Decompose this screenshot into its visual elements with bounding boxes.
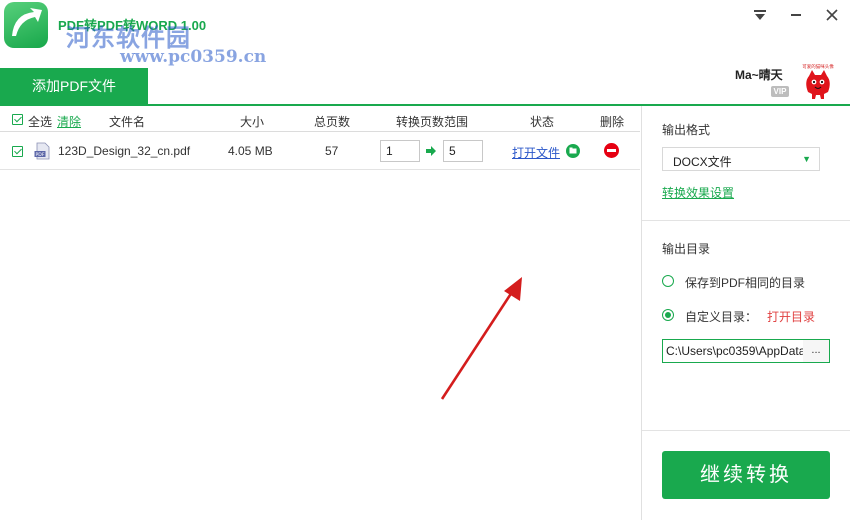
header-delete: 删除 [600, 115, 625, 129]
conversion-effect-settings-link[interactable]: 转换效果设置 [662, 184, 734, 201]
vip-badge: VIP [771, 86, 789, 97]
svg-text:可爱的猫咪头像: 可爱的猫咪头像 [802, 63, 834, 70]
table-row[interactable]: PDF 123D_Design_32_cn.pdf 4.05 MB 57 1 5… [0, 133, 640, 170]
range-to-input[interactable]: 5 [443, 140, 483, 162]
add-pdf-button[interactable]: 添加PDF文件 [0, 68, 148, 105]
output-path-field[interactable]: C:\Users\pc0359\AppData\Local\Temp [662, 339, 804, 363]
arrow-right-icon [426, 146, 436, 156]
file-name: 123D_Design_32_cn.pdf [58, 144, 191, 158]
output-dir-title: 输出目录 [662, 242, 711, 256]
radio-same-as-pdf-label[interactable]: 保存到PDF相同的目录 [685, 274, 805, 291]
clear-link[interactable]: 清除 [57, 113, 81, 130]
output-format-value: DOCX文件 [673, 155, 732, 169]
file-table: 全选 清除 文件名 大小 总页数 转换页数范围 状态 删除 PDF 123D_D… [0, 107, 640, 520]
close-button[interactable] [821, 4, 843, 26]
watermark-url: www.pc0359.cn [120, 47, 267, 67]
radio-custom-dir-label[interactable]: 自定义目录： [685, 308, 757, 325]
select-all-label[interactable]: 全选 [28, 113, 52, 130]
section-divider [642, 430, 850, 431]
folder-icon [569, 147, 577, 154]
browse-button[interactable]: ... [803, 339, 830, 363]
header-filename: 文件名 [109, 115, 146, 129]
radio-same-as-pdf[interactable] [662, 275, 674, 287]
output-format-title: 输出格式 [662, 123, 711, 137]
header-range: 转换页数范围 [396, 115, 469, 129]
open-directory-link[interactable]: 打开目录 [767, 308, 815, 325]
select-all-checkbox[interactable] [12, 114, 23, 125]
output-format-select[interactable]: DOCX文件 ▼ [662, 147, 820, 171]
cat-avatar-icon: 可爱的猫咪头像 [802, 63, 834, 99]
chevron-down-icon: ▼ [802, 154, 811, 164]
header-status: 状态 [530, 115, 555, 129]
app-logo [4, 2, 48, 48]
row-checkbox[interactable] [12, 146, 23, 157]
svg-text:PDF: PDF [36, 152, 45, 158]
file-size: 4.05 MB [228, 144, 273, 158]
header-size: 大小 [240, 115, 265, 129]
delete-icon[interactable] [604, 143, 619, 158]
title-bar: PDF转PDF转WORD 1.00 河东软件园 www.pc0359.cn 添加… [0, 0, 850, 105]
minimize-icon [791, 14, 801, 16]
logo-icon [12, 8, 42, 36]
avatar[interactable]: 可爱的猫咪头像 [800, 62, 836, 102]
section-divider [642, 220, 850, 221]
open-file-link[interactable]: 打开文件 [512, 144, 560, 161]
output-settings-panel: 输出格式 DOCX文件 ▼ 转换效果设置 输出目录 保存到PDF相同的目录 自定… [641, 106, 850, 520]
annotation-arrow-icon [440, 277, 522, 400]
app-window: PDF转PDF转WORD 1.00 河东软件园 www.pc0359.cn 添加… [0, 0, 850, 520]
close-icon [826, 9, 838, 21]
radio-custom-dir[interactable] [662, 309, 674, 321]
header-total-pages: 总页数 [314, 115, 351, 129]
user-name: Ma~晴天 [735, 68, 783, 82]
continue-convert-button[interactable]: 继续转换 [662, 451, 830, 499]
table-header: 全选 清除 文件名 大小 总页数 转换页数范围 状态 删除 [0, 107, 640, 132]
open-folder-icon[interactable] [566, 144, 580, 158]
menu-icon [754, 10, 766, 20]
menu-button[interactable] [749, 4, 771, 26]
file-total-pages: 57 [325, 144, 339, 158]
pdf-file-icon: PDF [34, 142, 50, 160]
range-from-input[interactable]: 1 [380, 140, 420, 162]
minimize-button[interactable] [785, 4, 807, 26]
